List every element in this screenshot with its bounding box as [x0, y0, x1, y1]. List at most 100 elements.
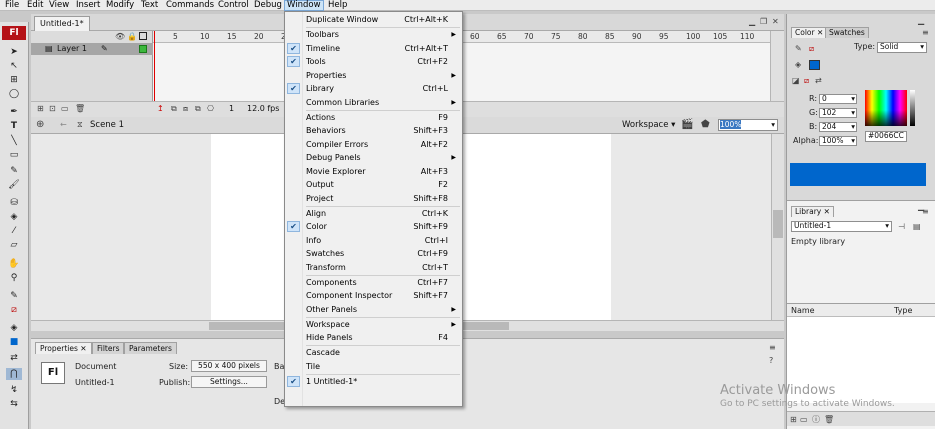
- black-white-icon[interactable]: ◪: [792, 76, 800, 86]
- b-field[interactable]: 204 ▾: [819, 122, 857, 132]
- window-menu-item[interactable]: Toolbars ▶: [285, 28, 462, 41]
- rectangle-tool-icon[interactable]: ▭: [6, 149, 22, 161]
- new-library-icon[interactable]: ▤: [913, 222, 921, 232]
- window-menu-item[interactable]: Actions F9: [285, 111, 462, 124]
- line-tool-icon[interactable]: ╲: [6, 135, 22, 147]
- stroke-swatch-icon[interactable]: ⧄: [809, 44, 814, 54]
- playhead[interactable]: [154, 31, 158, 103]
- fill-color-icon[interactable]: ◈: [6, 322, 22, 334]
- swap-colors-icon[interactable]: ⇄: [815, 76, 822, 86]
- onion-outline-icon[interactable]: ⧈: [183, 104, 188, 114]
- pencil-tool-icon[interactable]: ✎: [6, 165, 22, 177]
- timeline-scrollbar[interactable]: [770, 31, 784, 101]
- window-menu-item[interactable]: Cascade: [285, 346, 462, 359]
- settings-button[interactable]: Settings...: [191, 376, 267, 388]
- add-folder-icon[interactable]: ▭: [61, 104, 69, 114]
- tab-swatches[interactable]: Swatches: [825, 27, 869, 38]
- tab-parameters[interactable]: Parameters: [124, 342, 177, 354]
- window-menu-item[interactable]: Align Ctrl+K: [285, 207, 462, 220]
- library-document-select[interactable]: Untitled-1 ▾: [791, 221, 892, 232]
- window-menu-item[interactable]: Behaviors Shift+F3: [285, 124, 462, 137]
- tab-properties[interactable]: Properties ✕: [35, 342, 92, 354]
- window-menu-item[interactable]: Hide Panels F4: [285, 331, 462, 344]
- edit-scene-icon[interactable]: 🎬: [681, 120, 693, 130]
- paint-bucket-tool-icon[interactable]: ◈: [6, 211, 22, 223]
- eraser-tool-icon[interactable]: ▱: [6, 239, 22, 251]
- free-transform-tool-icon[interactable]: ⊞: [6, 74, 22, 86]
- type-select[interactable]: Solid ▾: [877, 42, 927, 53]
- tab-color[interactable]: Color ✕: [791, 27, 828, 38]
- back-arrow-icon[interactable]: ←: [60, 120, 67, 130]
- minimize-icon[interactable]: ▁: [749, 17, 755, 27]
- color-spectrum[interactable]: [865, 90, 907, 126]
- menu-file[interactable]: File: [3, 0, 21, 11]
- edit-symbols-icon[interactable]: ⬟: [701, 120, 710, 130]
- tab-filters[interactable]: Filters: [92, 342, 125, 354]
- eye-icon[interactable]: 👁: [115, 32, 125, 42]
- color-panel-menu-icon[interactable]: ≡: [922, 28, 929, 38]
- menu-insert[interactable]: Insert: [74, 0, 102, 11]
- new-folder-icon[interactable]: ▭: [800, 415, 808, 425]
- panel-collapse-icon[interactable]: ▁: [918, 16, 924, 26]
- window-menu-item[interactable]: Movie Explorer Alt+F3: [285, 165, 462, 178]
- stage-vertical-scrollbar[interactable]: [771, 134, 784, 320]
- window-menu-item[interactable]: Duplicate Window Ctrl+Alt+K: [285, 13, 462, 26]
- smooth-icon[interactable]: ↯: [6, 384, 22, 396]
- subselection-tool-icon[interactable]: ↖: [6, 60, 22, 72]
- document-tab[interactable]: Untitled-1*: [34, 16, 90, 31]
- window-menu-item[interactable]: Component Inspector Shift+F7: [285, 289, 462, 302]
- swap-colors-icon[interactable]: ⇄: [6, 352, 22, 364]
- layer-row[interactable]: ▤ Layer 1 ✎: [31, 43, 153, 55]
- size-button[interactable]: 550 x 400 pixels: [191, 360, 267, 372]
- delete-layer-icon[interactable]: 🗑: [75, 104, 85, 114]
- selection-tool-icon[interactable]: ➤: [6, 46, 22, 58]
- pin-library-icon[interactable]: ⊣: [898, 222, 905, 232]
- delete-icon[interactable]: 🗑: [824, 415, 834, 425]
- vertical-scroll-thumb[interactable]: [773, 210, 783, 238]
- window-menu-item[interactable]: Swatches Ctrl+F9: [285, 247, 462, 260]
- hand-tool-icon[interactable]: ✋: [6, 258, 22, 270]
- menu-view[interactable]: View: [47, 0, 71, 11]
- close-icon[interactable]: ✕: [772, 17, 779, 27]
- alpha-field[interactable]: 100% ▾: [819, 136, 857, 146]
- fill-swatch-icon[interactable]: ■: [6, 336, 22, 348]
- edit-multiple-icon[interactable]: ⧉: [195, 104, 201, 114]
- library-menu-icon[interactable]: ≡: [922, 207, 929, 217]
- workspace-dropdown[interactable]: Workspace ▾: [622, 117, 675, 133]
- window-menu-item[interactable]: ✔ 1 Untitled-1*: [285, 375, 462, 388]
- lock-icon[interactable]: 🔒: [127, 32, 137, 42]
- window-menu-item[interactable]: Workspace ▶: [285, 318, 462, 331]
- fill-swatch[interactable]: [809, 60, 820, 70]
- g-field[interactable]: 102 ▾: [819, 108, 857, 118]
- window-menu-item[interactable]: Info Ctrl+I: [285, 234, 462, 247]
- add-layer-icon[interactable]: ⊞: [37, 104, 44, 114]
- menu-commands[interactable]: Commands: [164, 0, 216, 11]
- timeline-toggle-icon[interactable]: ⊕: [36, 120, 44, 130]
- window-menu-item[interactable]: Properties ▶: [285, 69, 462, 82]
- center-frame-icon[interactable]: ↥: [157, 104, 164, 114]
- menu-control[interactable]: Control: [216, 0, 251, 11]
- window-menu-item[interactable]: Debug Panels ▶: [285, 151, 462, 164]
- window-menu-item[interactable]: Other Panels ▶: [285, 303, 462, 316]
- straighten-icon[interactable]: ⇆: [6, 398, 22, 410]
- text-tool-icon[interactable]: T: [6, 120, 22, 132]
- window-menu-item[interactable]: ✔ Color Shift+F9: [285, 220, 462, 233]
- stroke-color-icon[interactable]: ✎: [6, 290, 22, 302]
- panel-menu-icon[interactable]: ≡: [769, 343, 776, 353]
- new-symbol-icon[interactable]: ⊞: [790, 415, 797, 425]
- tab-library[interactable]: Library ✕: [791, 206, 834, 217]
- ink-bottle-tool-icon[interactable]: ⛁: [6, 197, 22, 209]
- onion-skin-icon[interactable]: ⧉: [171, 104, 177, 114]
- menu-modify[interactable]: Modify: [104, 0, 136, 11]
- eyedropper-tool-icon[interactable]: ⁄: [6, 225, 22, 237]
- pen-tool-icon[interactable]: ✒: [6, 106, 22, 118]
- hex-field[interactable]: #0066CC: [865, 131, 907, 142]
- menu-debug[interactable]: Debug: [252, 0, 284, 11]
- menu-edit[interactable]: Edit: [25, 0, 45, 11]
- outline-icon[interactable]: [139, 32, 147, 40]
- brightness-slider[interactable]: [910, 90, 915, 126]
- add-guide-icon[interactable]: ⊡: [49, 104, 56, 114]
- window-menu-item[interactable]: ✔ Library Ctrl+L: [285, 82, 462, 95]
- menu-text[interactable]: Text: [139, 0, 160, 11]
- window-menu-item[interactable]: Project Shift+F8: [285, 192, 462, 205]
